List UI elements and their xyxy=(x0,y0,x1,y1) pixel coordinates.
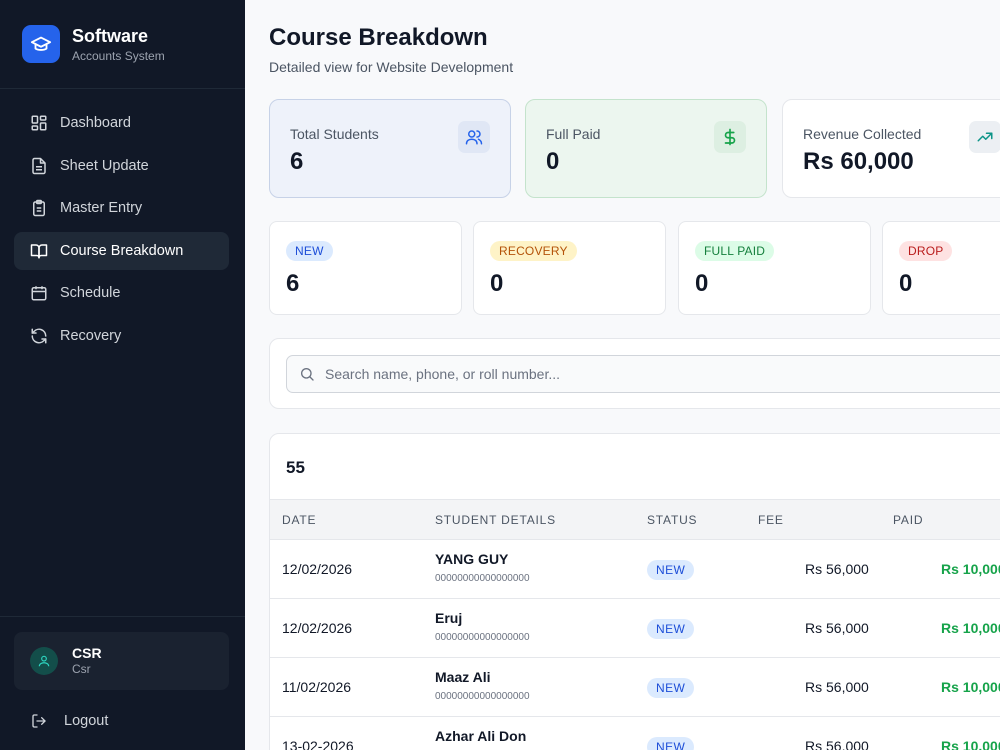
status-card-drop: DROP 0 xyxy=(882,221,1000,315)
row-paid: Rs 10,000 xyxy=(941,620,1000,636)
row-fee: Rs 56,000 xyxy=(805,620,869,636)
table-row[interactable]: 12/02/2026 YANG GUY 00000000000000000 NE… xyxy=(270,540,1000,599)
stat-card-full-paid: Full Paid 0 xyxy=(525,99,767,198)
logout-icon xyxy=(30,712,48,730)
students-table: 55 DATE STUDENT DETAILS STATUS FEE PAID … xyxy=(269,433,1000,750)
search-panel xyxy=(269,338,1000,409)
status-badge: DROP xyxy=(899,241,953,261)
row-date: 11/02/2026 xyxy=(282,679,352,695)
graduation-cap-icon xyxy=(22,25,60,63)
users-icon xyxy=(458,121,490,153)
row-date: 12/02/2026 xyxy=(282,620,353,636)
stat-value: Rs 60,000 xyxy=(803,148,914,175)
sidebar-divider xyxy=(0,616,245,617)
sidebar-item-label: Master Entry xyxy=(60,200,143,216)
main-content: Course Breakdown Detailed view for Websi… xyxy=(245,0,1000,750)
search-input[interactable] xyxy=(325,366,925,382)
user-name: CSR xyxy=(72,645,102,661)
row-date: 13-02-2026 xyxy=(282,738,354,750)
column-header-paid[interactable]: PAID xyxy=(893,513,923,527)
sidebar-item-schedule[interactable]: Schedule xyxy=(14,274,229,312)
status-badge: NEW xyxy=(286,241,333,261)
calendar-icon xyxy=(30,284,48,302)
sidebar-item-course-breakdown[interactable]: Course Breakdown xyxy=(14,231,229,270)
status-badge: NEW xyxy=(647,619,695,639)
row-fee: Rs 56,000 xyxy=(805,679,869,695)
logout-label: Logout xyxy=(64,713,109,729)
dollar-icon xyxy=(714,121,746,153)
brand[interactable]: Software Accounts System xyxy=(22,24,165,64)
stat-card-total-students: Total Students 6 xyxy=(269,99,511,198)
stat-label: Full Paid xyxy=(546,126,601,142)
sidebar-item-label: Schedule xyxy=(60,285,121,301)
brand-subtitle: Accounts System xyxy=(72,48,165,63)
search-box[interactable] xyxy=(286,355,1000,393)
row-student-name: YANG GUY xyxy=(435,551,509,567)
status-badge: FULL PAID xyxy=(695,241,775,261)
table-header: DATE STUDENT DETAILS STATUS FEE PAID xyxy=(270,499,1000,540)
column-header-status[interactable]: STATUS xyxy=(647,513,697,527)
sidebar-item-label: Recovery xyxy=(60,327,122,344)
brand-title: Software xyxy=(72,25,149,46)
sidebar-item-label: Course Breakdown xyxy=(60,242,184,259)
grid-icon xyxy=(30,114,48,132)
user-role: Csr xyxy=(72,662,91,676)
trending-up-icon xyxy=(969,121,1000,153)
status-count: 0 xyxy=(695,270,709,297)
file-icon xyxy=(30,157,48,175)
clipboard-icon xyxy=(30,199,48,217)
column-header-student-details[interactable]: STUDENT DETAILS xyxy=(435,513,556,527)
status-count: 0 xyxy=(490,270,504,297)
status-badge: NEW xyxy=(647,737,695,750)
column-header-fee[interactable]: FEE xyxy=(758,513,784,527)
sidebar-item-label: Dashboard xyxy=(60,115,131,131)
table-count: 55 xyxy=(286,458,305,477)
row-fee: Rs 56,000 xyxy=(805,561,869,577)
user-avatar-icon xyxy=(30,647,58,675)
logout-button[interactable]: Logout xyxy=(30,708,108,734)
sidebar-item-sheet-update[interactable]: Sheet Update xyxy=(14,147,229,185)
status-count: 6 xyxy=(286,270,300,297)
sidebar-item-master-entry[interactable]: Master Entry xyxy=(14,189,229,227)
row-student-name: Maaz Ali xyxy=(435,669,491,685)
search-icon xyxy=(299,366,315,382)
row-paid: Rs 10,000 xyxy=(941,561,1000,577)
sidebar: Software Accounts System Dashboard Sheet… xyxy=(0,0,245,750)
stat-card-revenue-collected: Revenue Collected Rs 60,000 xyxy=(782,99,1000,198)
stat-value: 0 xyxy=(546,148,560,175)
refresh-icon xyxy=(30,327,48,345)
status-badge: RECOVERY xyxy=(490,241,577,261)
status-count: 0 xyxy=(899,270,913,297)
row-fee: Rs 56,000 xyxy=(805,738,869,750)
sidebar-nav: Dashboard Sheet Update Master Entry Cour… xyxy=(14,104,229,359)
status-card-full-paid: FULL PAID 0 xyxy=(678,221,871,315)
row-paid: Rs 10,000 xyxy=(941,738,1000,750)
row-date: 12/02/2026 xyxy=(282,561,353,577)
stat-label: Total Students xyxy=(290,126,379,142)
row-paid: Rs 10,000 xyxy=(941,679,1000,695)
stat-label: Revenue Collected xyxy=(803,126,922,142)
sidebar-item-label: Sheet Update xyxy=(60,157,149,174)
user-card[interactable]: CSR Csr xyxy=(14,632,229,690)
page-title: Course Breakdown xyxy=(269,24,488,51)
sidebar-item-recovery[interactable]: Recovery xyxy=(14,317,229,355)
stat-value: 6 xyxy=(290,148,304,175)
page-subtitle: Detailed view for Website Development xyxy=(269,59,514,75)
column-header-date[interactable]: DATE xyxy=(282,513,316,527)
row-student-phone: 00000000000000000 xyxy=(435,691,530,702)
row-student-name: Azhar Ali Don xyxy=(435,728,527,744)
row-student-name: Eruj xyxy=(435,610,463,626)
status-card-recovery: RECOVERY 0 xyxy=(473,221,666,315)
table-row[interactable]: 13-02-2026 Azhar Ali Don 000000000000000… xyxy=(270,717,1000,750)
status-card-new: NEW 6 xyxy=(269,221,462,315)
status-badge: NEW xyxy=(647,678,695,698)
sidebar-divider xyxy=(0,88,245,89)
table-row[interactable]: 12/02/2026 Eruj 00000000000000000 NEW Rs… xyxy=(270,599,1000,658)
sidebar-item-dashboard[interactable]: Dashboard xyxy=(14,104,229,142)
row-student-phone: 00000000000000000 xyxy=(435,573,530,584)
row-student-phone: 00000000000000000 xyxy=(435,632,530,643)
book-open-icon xyxy=(30,242,48,260)
status-badge: NEW xyxy=(647,560,695,580)
table-row[interactable]: 11/02/2026 Maaz Ali 00000000000000000 NE… xyxy=(270,658,1000,717)
